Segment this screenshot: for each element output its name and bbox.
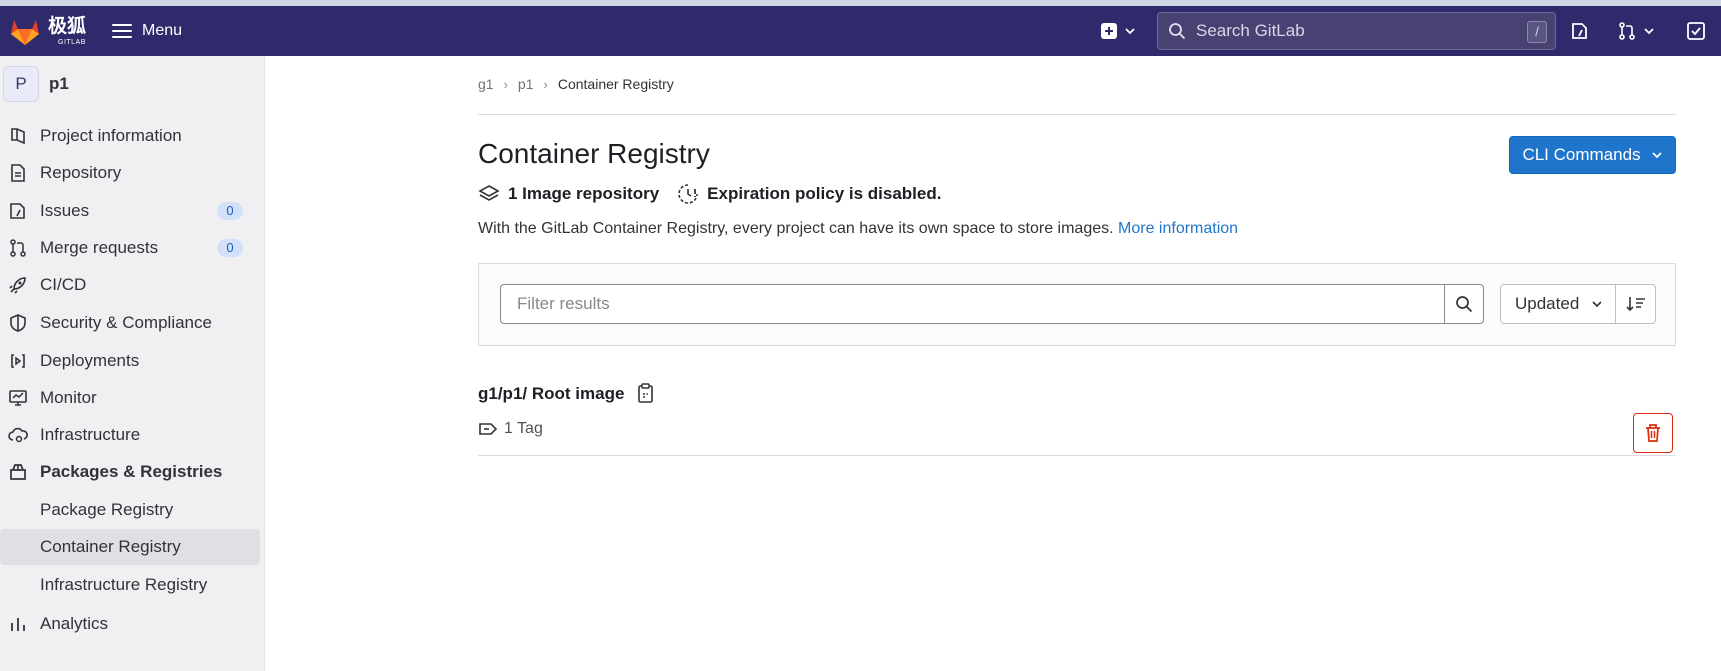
sidebar-item-monitor[interactable]: Monitor <box>0 380 260 416</box>
registry-meta: 1 Image repository Expiration policy is … <box>478 182 941 206</box>
search-shortcut-key: / <box>1527 21 1547 43</box>
image-repository-name[interactable]: g1/p1/ Root image <box>478 384 624 404</box>
project-avatar: P <box>3 66 39 102</box>
sort-by-label: Updated <box>1515 294 1580 313</box>
issues-icon <box>10 203 25 219</box>
expiration-policy-status: Expiration policy is disabled. <box>707 184 942 203</box>
image-repository-count: 1 Image repository <box>508 184 660 203</box>
chevron-right-icon: › <box>503 76 508 92</box>
more-information-link[interactable]: More information <box>1118 220 1238 237</box>
issues-icon <box>1572 23 1587 39</box>
filter-search-button[interactable] <box>1444 284 1484 324</box>
chevron-down-icon <box>1592 301 1602 308</box>
layers-icon <box>478 185 500 201</box>
cli-commands-button[interactable]: CLI Commands <box>1509 136 1676 174</box>
sidebar-item-deployments[interactable]: Deployments <box>0 343 260 379</box>
chevron-down-icon <box>1125 28 1135 35</box>
sort-direction-button[interactable] <box>1616 284 1656 324</box>
sidebar-item-analytics[interactable]: Analytics <box>0 606 260 642</box>
package-icon <box>10 464 26 480</box>
chevron-right-icon: › <box>543 76 548 92</box>
rocket-icon <box>9 277 26 294</box>
merge-request-icon <box>1619 22 1635 40</box>
gitlab-fox-logo-icon[interactable] <box>8 14 42 48</box>
issues-count-badge: 0 <box>217 202 243 220</box>
sidebar-item-repository[interactable]: Repository <box>0 155 260 191</box>
hamburger-icon <box>112 24 132 38</box>
cloud-gear-icon <box>8 427 28 443</box>
sidebar-item-project-information[interactable]: Project information <box>0 118 260 154</box>
expire-clock-icon <box>678 184 698 204</box>
sidebar-item-infrastructure-registry[interactable]: Infrastructure Registry <box>0 567 260 603</box>
merge-requests-count-badge: 0 <box>217 239 243 257</box>
todos-nav-button[interactable] <box>1686 20 1706 42</box>
breadcrumb-item-group[interactable]: g1 <box>478 76 494 92</box>
delete-image-button[interactable] <box>1633 413 1673 453</box>
tag-icon <box>479 423 498 435</box>
search-icon <box>1456 296 1473 313</box>
sidebar-item-ci-cd[interactable]: CI/CD <box>0 267 260 303</box>
new-dropdown-button[interactable] <box>1100 20 1136 42</box>
sidebar-item-security-compliance[interactable]: Security & Compliance <box>0 305 260 341</box>
sidebar-project-header[interactable]: P p1 <box>0 64 69 104</box>
search-icon <box>1169 23 1186 40</box>
sidebar-item-merge-requests[interactable]: Merge requests 0 <box>0 230 260 266</box>
copy-clipboard-icon[interactable] <box>635 382 657 406</box>
trash-icon <box>1646 424 1660 442</box>
search-box[interactable]: Search GitLab / <box>1157 12 1556 50</box>
sidebar-item-container-registry[interactable]: Container Registry <box>0 529 260 565</box>
merge-requests-nav-button[interactable] <box>1617 20 1655 42</box>
registry-description: With the GitLab Container Registry, ever… <box>478 220 1239 237</box>
filter-bar: Filter results Updated <box>478 263 1676 346</box>
brand-name: 极狐 <box>48 16 87 37</box>
issues-nav-button[interactable] <box>1570 20 1590 42</box>
sidebar-item-package-registry[interactable]: Package Registry <box>0 492 260 528</box>
breadcrumb-item-current[interactable]: Container Registry <box>558 76 674 92</box>
menu-label: Menu <box>142 22 183 39</box>
chevron-down-icon <box>1644 28 1654 35</box>
page-title: Container Registry <box>478 138 710 169</box>
top-navbar: 极狐 GITLAB Menu Search GitLab / <box>0 6 1721 56</box>
sort-by-dropdown[interactable]: Updated <box>1500 284 1616 324</box>
header-divider <box>478 114 1676 115</box>
deployments-icon <box>11 354 25 368</box>
image-list-row: g1/p1/ Root image 1 Tag <box>478 376 1676 456</box>
sidebar-item-issues[interactable]: Issues 0 <box>0 193 260 229</box>
sidebar: P p1 Project information Repository Issu… <box>0 56 265 671</box>
sidebar-item-infrastructure[interactable]: Infrastructure <box>0 417 260 453</box>
sort-lowest-icon <box>1625 297 1645 312</box>
filter-input[interactable]: Filter results <box>500 284 1444 324</box>
todo-check-icon <box>1687 22 1705 40</box>
chevron-down-icon <box>1651 152 1662 159</box>
project-icon <box>11 128 25 145</box>
chart-icon <box>11 618 25 631</box>
cli-commands-label: CLI Commands <box>1522 145 1641 164</box>
menu-button[interactable]: Menu <box>112 16 182 46</box>
shield-icon <box>10 314 26 332</box>
sidebar-item-packages-registries[interactable]: Packages & Registries <box>0 454 260 490</box>
breadcrumb: g1 › p1 › Container Registry <box>478 76 674 92</box>
image-tag-count: 1 Tag <box>478 420 543 438</box>
project-name: p1 <box>49 74 69 93</box>
brand-subtitle: GITLAB <box>58 39 86 46</box>
search-placeholder: Search GitLab <box>1196 21 1305 40</box>
merge-request-icon <box>10 239 26 257</box>
monitor-icon <box>9 390 27 406</box>
plus-square-icon <box>1101 23 1117 39</box>
doc-icon <box>11 164 25 182</box>
breadcrumb-item-project[interactable]: p1 <box>518 76 534 92</box>
